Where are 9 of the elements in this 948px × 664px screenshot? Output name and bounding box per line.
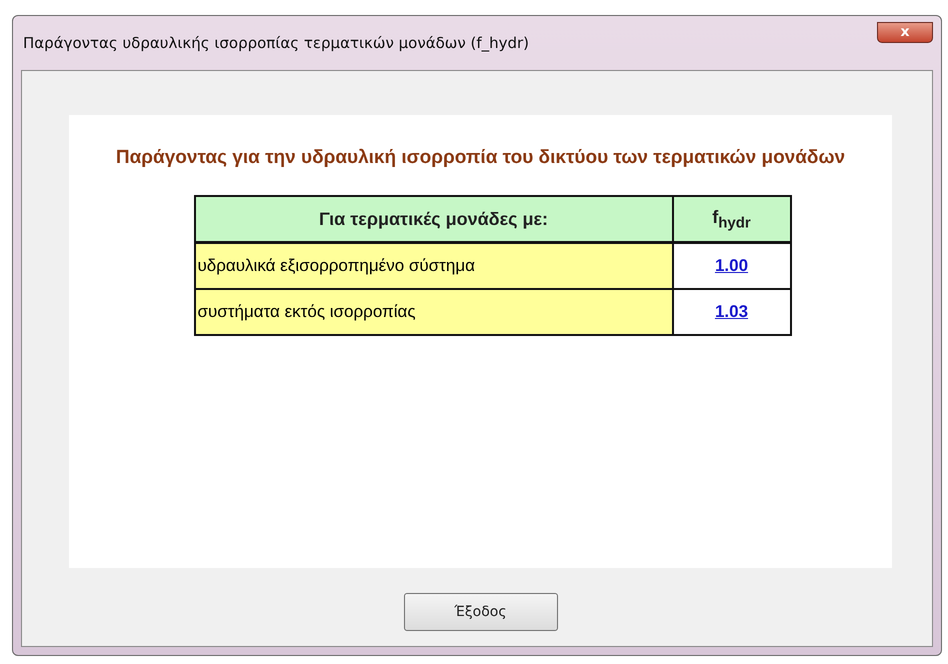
exit-button[interactable]: Έξοδος xyxy=(404,593,558,631)
column-header: Για τερματικές μονάδες με: xyxy=(194,196,672,242)
table-cell: συστήματα εκτός ισορροπίας xyxy=(194,289,672,335)
column-header: f$_{hydr}$ xyxy=(672,196,790,242)
table-cell: υδραυλικά εξισορροπημένο σύστημα xyxy=(194,242,672,289)
window-title: Παράγοντας υδραυλικής ισορροπίας τερματικών μονάδων (f_hydr) xyxy=(22,34,530,52)
heading: Παράγοντας για την υδραυλική ισορροπία του δικτύου των τερματικών μονάδων xyxy=(114,146,846,170)
value-link[interactable]: 1.00 xyxy=(714,256,748,275)
value-link[interactable]: 1.03 xyxy=(714,302,748,321)
